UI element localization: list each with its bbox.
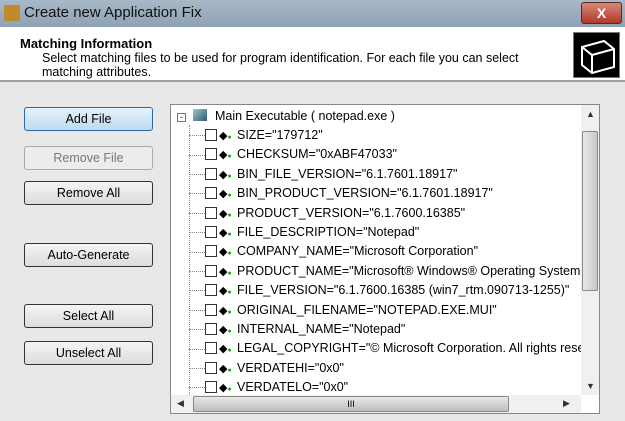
tree-item[interactable]: ◆● BIN_PRODUCT_VERSION="6.1.7601.18917"	[171, 184, 493, 203]
tree-connector	[189, 193, 205, 195]
attribute-label: LEGAL_COPYRIGHT="© Microsoft Corporation…	[237, 341, 600, 356]
scroll-right-icon[interactable]: ▶	[563, 398, 570, 409]
attribute-checkbox[interactable]	[205, 342, 217, 355]
scroll-left-icon[interactable]: ◀	[177, 398, 184, 409]
tree-connector	[189, 387, 205, 389]
attribute-icon: ◆●	[219, 362, 232, 375]
attribute-icon: ◆●	[219, 149, 232, 162]
tree-item[interactable]: ◆● CHECKSUM="0xABF47033"	[171, 145, 397, 164]
tree-connector	[189, 135, 205, 137]
attribute-icon: ◆●	[219, 227, 232, 239]
attribute-label: VERDATELO="0x0"	[237, 380, 349, 395]
header-title: Matching Information	[20, 36, 153, 51]
auto-generate-button[interactable]: Auto-Generate	[24, 243, 153, 267]
horizontal-scroll-thumb[interactable]: III	[193, 396, 509, 412]
tree-root[interactable]: - Main Executable ( notepad.exe )	[177, 107, 395, 126]
attribute-checkbox[interactable]	[205, 284, 217, 297]
tree-connector	[189, 212, 205, 214]
attribute-checkbox[interactable]	[205, 303, 217, 316]
attribute-label: BIN_PRODUCT_VERSION="6.1.7601.18917"	[237, 186, 493, 201]
attribute-icon: ◆●	[219, 304, 232, 317]
attribute-label: COMPANY_NAME="Microsoft Corporation"	[237, 244, 479, 259]
title-bar: Create new Application Fix X	[0, 0, 625, 27]
attribute-checkbox[interactable]	[205, 381, 217, 394]
tree-connector	[189, 368, 205, 369]
scroll-down-icon[interactable]: ▼	[586, 381, 595, 391]
vertical-scroll-thumb[interactable]	[582, 131, 598, 291]
tree-item[interactable]: ◆● ORIGINAL_FILENAME="NOTEPAD.EXE.MUI"	[171, 301, 497, 320]
select-all-button[interactable]: Select All	[24, 304, 153, 328]
attribute-icon: ◆●	[219, 207, 232, 220]
attribute-checkbox[interactable]	[205, 187, 217, 200]
attribute-checkbox[interactable]	[205, 167, 217, 180]
close-button[interactable]: X	[581, 2, 622, 24]
wizard-header: Matching Information Select matching fil…	[0, 27, 625, 82]
tree-connector	[189, 154, 205, 156]
window-title: Create new Application Fix	[24, 4, 202, 21]
attribute-icon: ◆●	[219, 188, 232, 201]
tree-connector	[189, 251, 205, 253]
matching-files-tree[interactable]: - Main Executable ( notepad.exe ) ◆● SIZE…	[170, 104, 600, 414]
attribute-label: VERDATEHI="0x0"	[237, 360, 344, 375]
attribute-icon: ◆●	[219, 130, 232, 142]
attribute-checkbox[interactable]	[205, 323, 217, 335]
app-icon	[4, 5, 20, 21]
attribute-checkbox[interactable]	[205, 206, 217, 219]
tree-item[interactable]: ◆● COMPANY_NAME="Microsoft Corporation"	[171, 242, 478, 261]
attribute-icon: ◆●	[219, 265, 232, 278]
tree-item[interactable]: ◆● BIN_FILE_VERSION="6.1.7601.18917"	[171, 165, 457, 184]
tree-item[interactable]: ◆● PRODUCT_VERSION="6.1.7600.16385"	[171, 204, 465, 223]
header-description: Select matching files to be used for pro…	[42, 51, 519, 79]
attribute-label: CHECKSUM="0xABF47033"	[237, 147, 397, 162]
tree-item[interactable]: ◆● VERDATEHI="0x0"	[171, 359, 344, 378]
attribute-label: SIZE="179712"	[237, 128, 323, 142]
remove-all-button[interactable]: Remove All	[24, 181, 153, 205]
tree-item[interactable]: ◆● FILE_DESCRIPTION="Notepad"	[171, 223, 419, 242]
attribute-label: PRODUCT_NAME="Microsoft® Windows® Operat…	[237, 263, 585, 278]
add-file-button[interactable]: Add File	[24, 107, 153, 131]
tree-item[interactable]: ◆● PRODUCT_NAME="Microsoft® Windows® Oper…	[171, 262, 585, 281]
attribute-checkbox[interactable]	[205, 245, 217, 258]
tree-connector	[189, 329, 205, 331]
tree-connector	[189, 290, 205, 292]
tree-connector	[189, 174, 205, 175]
attribute-label: INTERNAL_NAME="Notepad"	[237, 322, 406, 336]
attribute-checkbox[interactable]	[205, 361, 217, 374]
tree-connector	[189, 309, 205, 311]
attribute-icon: ◆●	[219, 343, 232, 356]
vertical-scrollbar[interactable]: ▲ ▼	[581, 105, 599, 395]
attribute-checkbox[interactable]	[205, 148, 217, 161]
attribute-label: FILE_VERSION="6.1.7600.16385 (win7_rtm.0…	[237, 283, 570, 298]
tree-connector	[189, 348, 205, 350]
collapse-icon[interactable]: -	[177, 113, 186, 122]
root-label: Main Executable ( notepad.exe )	[214, 109, 395, 123]
attribute-label: PRODUCT_VERSION="6.1.7600.16385"	[237, 205, 466, 220]
attribute-label: ORIGINAL_FILENAME="NOTEPAD.EXE.MUI"	[237, 302, 497, 317]
tree-item[interactable]: ◆● FILE_VERSION="6.1.7600.16385 (win7_rtm…	[171, 281, 569, 300]
tree-connector	[189, 271, 205, 272]
attribute-checkbox[interactable]	[205, 264, 217, 277]
attribute-checkbox[interactable]	[205, 129, 217, 141]
attribute-icon: ◆●	[219, 285, 232, 298]
wizard-box-icon	[573, 32, 620, 78]
scroll-up-icon[interactable]: ▲	[586, 109, 595, 119]
tree-connector	[189, 232, 205, 234]
tree-item[interactable]: ◆● LEGAL_COPYRIGHT="© Microsoft Corporati…	[171, 339, 600, 358]
attribute-icon: ◆●	[219, 246, 232, 259]
unselect-all-button[interactable]: Unselect All	[24, 341, 153, 365]
attribute-icon: ◆●	[219, 324, 232, 336]
tree-item[interactable]: ◆● INTERNAL_NAME="Notepad"	[171, 320, 405, 339]
tree-item[interactable]: ◆● SIZE="179712"	[171, 126, 323, 145]
attribute-checkbox[interactable]	[205, 226, 217, 238]
horizontal-scrollbar[interactable]: ◀ III ▶	[171, 395, 581, 413]
attribute-icon: ◆●	[219, 168, 232, 181]
remove-file-button[interactable]: Remove File	[24, 146, 153, 170]
attribute-label: FILE_DESCRIPTION="Notepad"	[237, 225, 420, 239]
attribute-label: BIN_FILE_VERSION="6.1.7601.18917"	[237, 166, 458, 181]
executable-icon	[193, 109, 208, 121]
